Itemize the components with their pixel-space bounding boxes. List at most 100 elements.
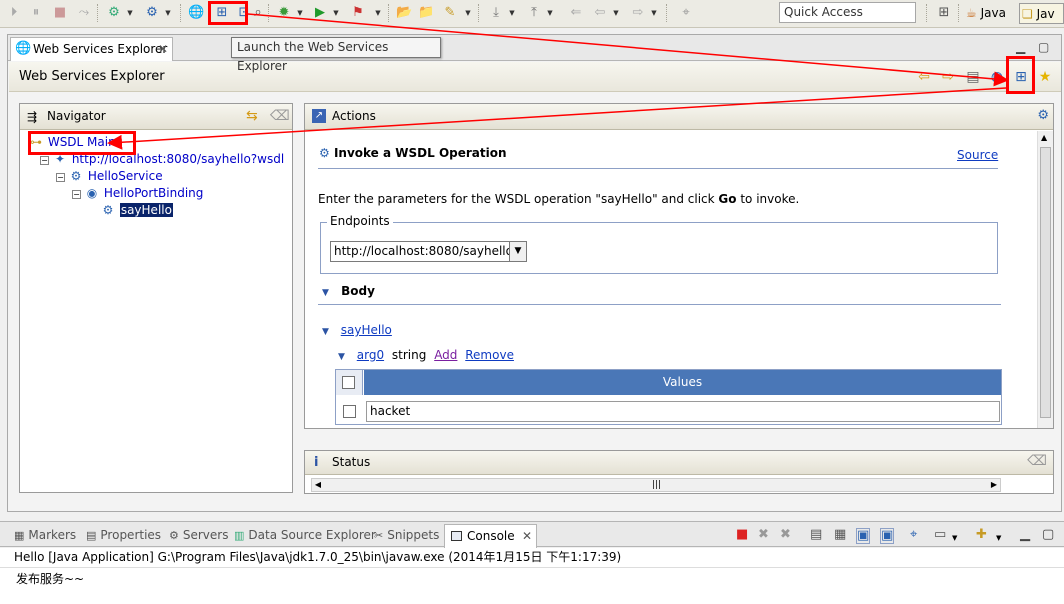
clear-console-icon[interactable]: ▤ — [810, 528, 822, 542]
show-console-on-output-icon[interactable]: ▣ — [880, 528, 895, 544]
collapse-toggle[interactable]: − — [72, 190, 81, 199]
arg0-value-input[interactable]: hacket — [366, 401, 1000, 422]
open-folder-icon[interactable]: 📁 — [418, 5, 434, 21]
values-table-header: Values — [336, 370, 1001, 395]
chevron-down-icon[interactable]: ▼ — [164, 5, 172, 21]
pin-editor-icon[interactable]: ⌖ — [678, 5, 694, 21]
chevron-down-icon[interactable]: ▼ — [374, 5, 382, 21]
toolbar-separator — [388, 4, 389, 22]
chevron-down-icon[interactable]: ▼ — [126, 5, 134, 21]
tab-servers[interactable]: ⚙ Servers — [169, 526, 228, 545]
operation-toggle[interactable]: ▼ sayHello — [322, 323, 392, 337]
toolbar-separator — [478, 4, 479, 22]
tab-markers[interactable]: ▦ Markers — [14, 526, 76, 545]
chevron-down-icon[interactable]: ▼ — [464, 5, 472, 21]
collapse-toggle[interactable]: − — [56, 173, 65, 182]
arg-name-link[interactable]: arg0 — [357, 348, 384, 362]
navigator-pane: ⇶ Navigator ⇆ ⌫ ⊶ WSDL Main − ✦ http://l… — [19, 103, 293, 493]
source-link[interactable]: Source — [957, 148, 998, 162]
chevron-down-icon[interactable]: ▼ — [546, 5, 554, 21]
open-task-icon[interactable]: ✎ — [442, 5, 458, 21]
new-wizard-icon[interactable]: ⚙ — [144, 5, 160, 21]
actions-scrollbar[interactable]: ▲ — [1037, 131, 1053, 428]
open-type-icon[interactable]: 📂 — [396, 5, 412, 21]
remove-link[interactable]: Remove — [465, 348, 514, 362]
forward-icon[interactable]: ⇨ — [630, 5, 646, 21]
pin-console-icon[interactable]: ⌖ — [910, 528, 917, 542]
tree-item-binding[interactable]: ◉ HelloPortBinding — [84, 185, 204, 202]
minimize-icon[interactable]: ▁ — [1016, 40, 1025, 54]
remove-launch-icon[interactable]: ✖ — [758, 528, 769, 542]
clear-icon[interactable]: ⌫ — [270, 108, 290, 124]
select-all-checkbox[interactable] — [342, 376, 355, 389]
display-console-icon[interactable]: ▭ — [934, 528, 946, 542]
endpoint-select[interactable]: http://localhost:8080/sayhello ▼ — [330, 241, 527, 262]
row-checkbox[interactable] — [343, 405, 356, 418]
back-icon[interactable]: ⇦ — [592, 5, 608, 21]
remove-all-launches-icon[interactable]: ✖ — [780, 528, 791, 542]
favorites-icon[interactable]: ★ — [1036, 68, 1054, 86]
uddi-page-icon[interactable]: ▤ — [964, 68, 982, 86]
forward-arrow-icon[interactable]: ⇨ — [939, 68, 957, 86]
maximize-icon[interactable]: ▢ — [1042, 528, 1054, 542]
maximize-icon[interactable]: ▢ — [1038, 40, 1049, 54]
perspective-java[interactable]: ☕ Java — [966, 3, 1006, 24]
scroll-right-icon[interactable]: ▶ — [988, 479, 1000, 491]
new-server-icon[interactable]: ⚙ — [106, 5, 122, 21]
terminate-icon[interactable]: ■ — [52, 5, 68, 21]
scroll-up-icon[interactable]: ▲ — [1041, 133, 1047, 142]
next-annotation-icon[interactable]: ⤓ — [488, 5, 504, 21]
tab-console[interactable]: Console ✕ — [444, 524, 537, 548]
help-icon[interactable]: ⚙ — [1037, 108, 1049, 123]
debug-icon[interactable]: ✹ — [276, 5, 292, 21]
body-section-toggle[interactable]: ▼ Body — [322, 284, 375, 298]
scrollbar-grip[interactable]: ||| — [652, 479, 661, 491]
chevron-down-icon[interactable]: ▼ — [509, 242, 526, 261]
chevron-down-icon[interactable]: ▼ — [650, 5, 658, 21]
chevron-down-icon[interactable]: ▼ — [332, 5, 340, 21]
terminate-icon[interactable]: ■ — [736, 528, 748, 542]
previous-annotation-icon[interactable]: ⤒ — [526, 5, 542, 21]
scroll-left-icon[interactable]: ◀ — [312, 479, 324, 491]
chevron-down-icon[interactable]: ▼ — [952, 531, 957, 545]
run-icon[interactable]: ▶ — [312, 5, 328, 21]
actions-title: Actions — [332, 109, 376, 123]
close-icon[interactable]: ✕ — [158, 38, 168, 60]
globe-icon[interactable]: 🌐 — [188, 5, 204, 21]
chevron-down-icon[interactable]: ▼ — [612, 5, 620, 21]
clear-status-icon[interactable]: ⌫ — [1027, 453, 1047, 469]
toolbar-separator — [97, 4, 98, 22]
close-icon[interactable]: ✕ — [522, 525, 532, 547]
quick-access-input[interactable]: Quick Access — [779, 2, 916, 23]
search-icon[interactable]: ⌕ — [250, 5, 266, 21]
open-console-icon[interactable]: ✚ — [976, 528, 987, 542]
wsil-page-icon[interactable]: ◍ — [988, 68, 1006, 86]
external-tools-icon[interactable]: ⚑ — [350, 5, 366, 21]
word-wrap-icon[interactable]: ▣ — [856, 528, 871, 544]
resume-icon[interactable]: ⏵ — [6, 5, 22, 21]
chevron-down-icon[interactable]: ▼ — [996, 531, 1001, 545]
minimize-icon[interactable]: ▁ — [1020, 528, 1030, 542]
scrollbar-thumb[interactable] — [1040, 147, 1051, 418]
scroll-lock-icon[interactable]: ▦ — [834, 528, 846, 542]
chevron-down-icon[interactable]: ▼ — [338, 352, 345, 362]
tab-properties[interactable]: ▤ Properties — [86, 526, 161, 545]
tab-snippets[interactable]: ✂ Snippets — [374, 526, 439, 545]
status-scrollbar[interactable]: ◀ ||| ▶ — [311, 478, 1001, 492]
suspend-icon[interactable]: ⏸ — [28, 5, 44, 21]
perspective-javaee[interactable]: ❏ Jav — [1019, 3, 1064, 24]
tree-item-service[interactable]: ⚙ HelloService — [68, 168, 163, 185]
tab-web-services-explorer[interactable]: 🌐 Web Services Explorer ✕ — [10, 37, 173, 61]
collapse-toggle[interactable]: − — [40, 156, 49, 165]
chevron-down-icon[interactable]: ▼ — [296, 5, 304, 21]
chevron-down-icon[interactable]: ▼ — [508, 5, 516, 21]
open-perspective-icon[interactable]: ⊞ — [936, 5, 952, 21]
add-link[interactable]: Add — [434, 348, 457, 362]
refresh-icon[interactable]: ⇆ — [246, 108, 258, 124]
toolbar-separator — [268, 4, 269, 22]
last-edit-location-icon[interactable]: ⇐ — [568, 5, 584, 21]
disconnect-icon[interactable]: ⤳ — [76, 5, 92, 21]
back-arrow-icon[interactable]: ⇦ — [915, 68, 933, 86]
tab-data-source-explorer[interactable]: ▥ Data Source Explorer — [234, 526, 376, 545]
tree-item-operation[interactable]: ⚙ sayHello — [100, 202, 173, 219]
